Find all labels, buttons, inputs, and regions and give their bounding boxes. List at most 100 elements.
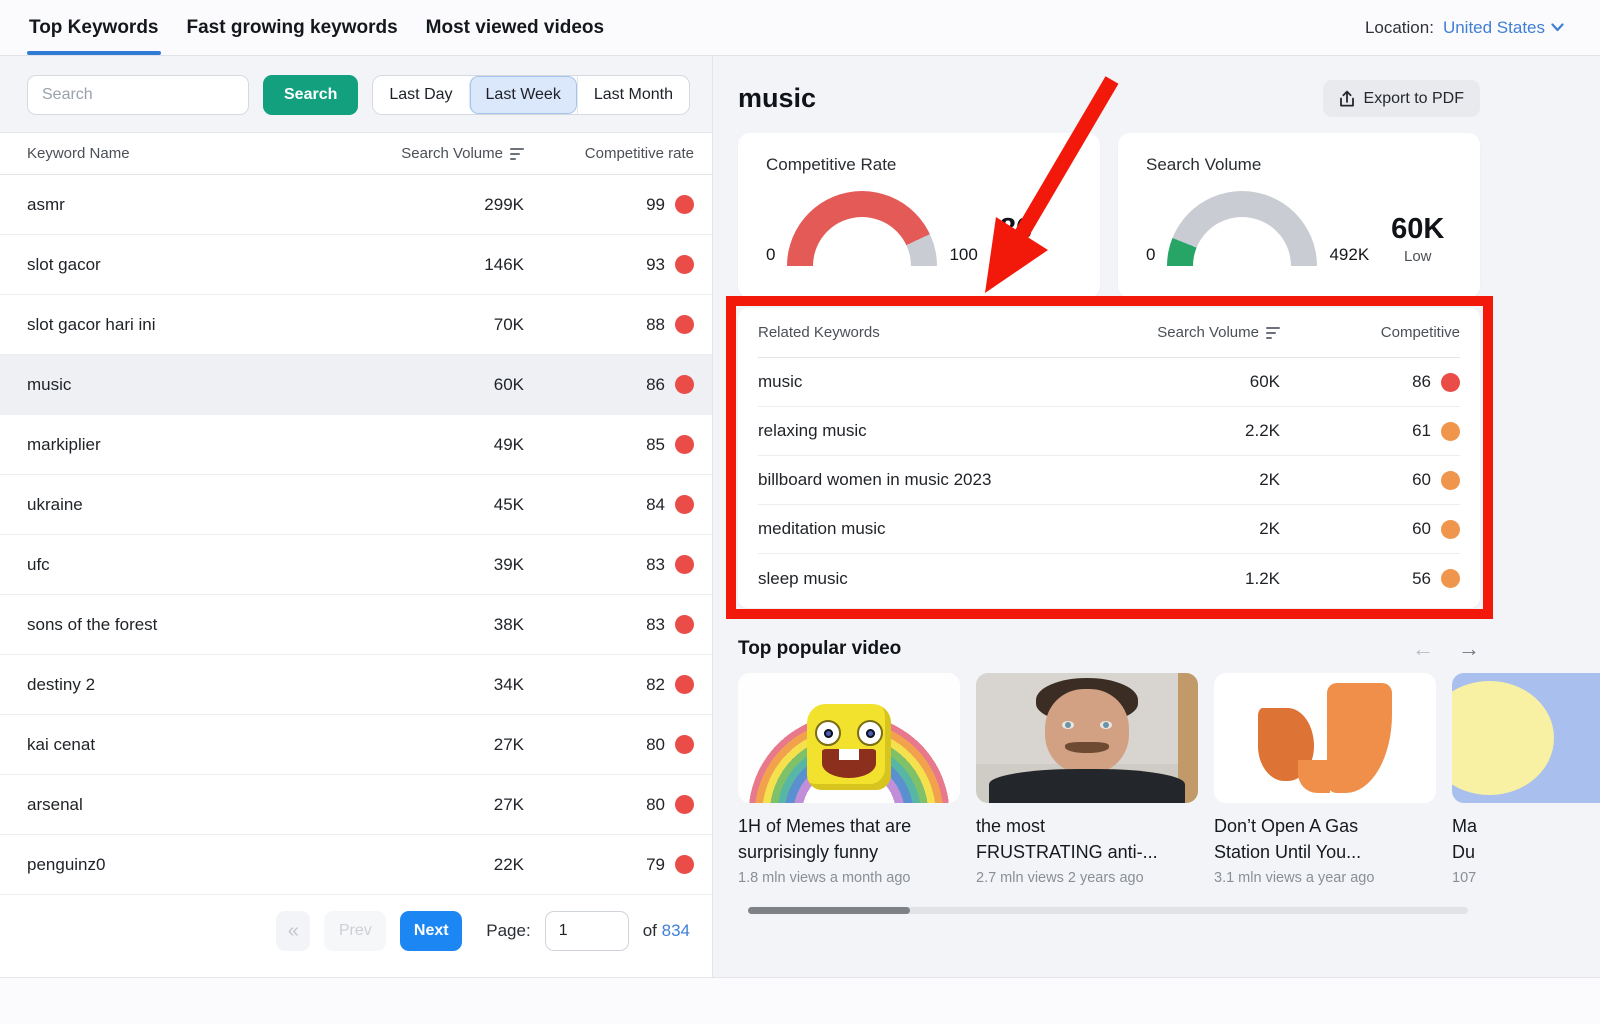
gauge-title: Competitive Rate: [766, 155, 1080, 175]
time-filter-last-day[interactable]: Last Day: [373, 76, 468, 114]
nav-tabs: Top Keywords Fast growing keywords Most vi…: [27, 0, 606, 55]
related-competitive-value: 56: [1412, 569, 1431, 589]
table-row[interactable]: penguinz022K79: [0, 835, 712, 895]
col-competitive-rate: Competitive rate: [524, 145, 694, 162]
gauge-min-label: 0: [1146, 245, 1155, 265]
rate-dot: [1441, 422, 1460, 441]
related-search-volume-value: 60K: [1130, 372, 1280, 392]
sort-descending-icon[interactable]: [510, 146, 524, 161]
footer-strip: [0, 977, 1600, 1024]
rate-dot: [675, 795, 694, 814]
competitive-rate-value: 84: [646, 495, 665, 515]
table-row[interactable]: kai cenat27K80: [0, 715, 712, 775]
competitive-rate-cell: 80: [524, 795, 694, 815]
competitive-rate-cell: 79: [524, 855, 694, 875]
search-volume-value: 38K: [392, 615, 524, 635]
export-pdf-button[interactable]: Export to PDF: [1323, 80, 1480, 117]
rate-dot: [675, 375, 694, 394]
competitive-rate-value: 80: [646, 795, 665, 815]
related-table-row[interactable]: billboard women in music 20232K 60: [758, 456, 1460, 505]
video-title-line2: surprisingly funny: [738, 842, 878, 862]
col-related-competitive: Competitive: [1280, 324, 1460, 341]
gauge-max-label: 100: [949, 245, 977, 265]
related-keyword-name: meditation music: [758, 519, 1130, 539]
next-page-button[interactable]: Next: [400, 911, 462, 951]
carousel-scrollbar[interactable]: [748, 907, 1468, 914]
video-card[interactable]: MaDu107: [1452, 673, 1600, 886]
search-volume-value: 22K: [392, 855, 524, 875]
search-volume-value: 70K: [392, 315, 524, 335]
search-volume-value: 49K: [392, 435, 524, 455]
location-control: Location: United States: [1365, 18, 1564, 38]
table-row[interactable]: markiplier49K85: [0, 415, 712, 475]
keyword-name: markiplier: [27, 435, 392, 455]
table-row[interactable]: ukraine45K84: [0, 475, 712, 535]
related-table-row[interactable]: meditation music2K60: [758, 505, 1460, 554]
table-row[interactable]: asmr299K99: [0, 175, 712, 235]
video-meta: 1.8 mln views a month ago: [738, 870, 960, 886]
related-competitive-cell: 86: [1280, 372, 1460, 392]
search-volume-value: 146K: [392, 255, 524, 275]
list-controls: Search Last DayLast WeekLast Month: [0, 56, 712, 132]
tab-fast-growing-keywords[interactable]: Fast growing keywords: [185, 0, 400, 55]
competitive-rate-cell: 86: [524, 375, 694, 395]
related-table-row[interactable]: sleep music1.2K56: [758, 554, 1460, 603]
gauge-row: 0492K60KLow: [1146, 191, 1460, 267]
related-table-row[interactable]: music60K86: [758, 358, 1460, 407]
keyword-analytics-app: Top Keywords Fast growing keywords Most vi…: [0, 0, 1600, 1024]
related-search-volume-value: 2K: [1130, 470, 1280, 490]
table-row[interactable]: slot gacor hari ini70K88: [0, 295, 712, 355]
first-page-button[interactable]: «: [276, 911, 310, 951]
scrollbar-thumb[interactable]: [748, 907, 910, 914]
related-competitive-value: 60: [1412, 470, 1431, 490]
table-row[interactable]: arsenal27K80: [0, 775, 712, 835]
search-volume-value: 39K: [392, 555, 524, 575]
related-table-header: Related Keywords Search Volume Competiti…: [758, 308, 1460, 358]
related-table-row[interactable]: relaxing music2.2K61: [758, 407, 1460, 456]
top-nav: Top Keywords Fast growing keywords Most vi…: [0, 0, 1600, 56]
related-keyword-name: billboard women in music 2023: [758, 470, 1130, 490]
search-button[interactable]: Search: [263, 75, 358, 115]
time-filter-last-week[interactable]: Last Week: [469, 76, 577, 114]
competitive-rate-value: 82: [646, 675, 665, 695]
prev-page-button[interactable]: Prev: [324, 911, 386, 951]
related-competitive-value: 61: [1412, 421, 1431, 441]
search-input[interactable]: [27, 75, 249, 115]
tab-most-viewed-videos[interactable]: Most viewed videos: [424, 0, 606, 55]
video-title: the mostFRUSTRATING anti-...: [976, 813, 1198, 865]
search-volume-value: 60K: [392, 375, 524, 395]
total-pages-link[interactable]: 834: [662, 921, 690, 940]
related-competitive-cell: 56: [1280, 569, 1460, 589]
table-row[interactable]: music60K86: [0, 355, 712, 415]
table-row[interactable]: destiny 234K82: [0, 655, 712, 715]
video-card[interactable]: Don’t Open A GasStation Until You...3.1 …: [1214, 673, 1436, 886]
video-card[interactable]: 1H of Memes that are surprisingly funny 1.…: [738, 673, 960, 886]
page-label: Page:: [486, 921, 530, 941]
video-card[interactable]: the mostFRUSTRATING anti-...2.7 mln view…: [976, 673, 1198, 886]
blue-yellow-art-thumbnail: [1452, 673, 1600, 803]
location-select[interactable]: United States: [1443, 18, 1564, 38]
time-filter-last-month[interactable]: Last Month: [577, 76, 689, 114]
related-competitive-value: 60: [1412, 519, 1431, 539]
related-keyword-name: relaxing music: [758, 421, 1130, 441]
sort-descending-icon[interactable]: [1266, 325, 1280, 340]
tab-top-keywords[interactable]: Top Keywords: [27, 0, 161, 55]
competitive-rate-cell: 83: [524, 615, 694, 635]
rate-dot: [675, 735, 694, 754]
related-competitive-value: 86: [1412, 372, 1431, 392]
rate-dot: [675, 555, 694, 574]
video-title-line1: 1H of Memes that are: [738, 816, 911, 836]
table-row[interactable]: slot gacor146K93: [0, 235, 712, 295]
video-title-line1: Don’t Open A Gas: [1214, 816, 1358, 836]
video-title-line2: FRUSTRATING anti-...: [976, 842, 1158, 862]
table-row[interactable]: ufc39K83: [0, 535, 712, 595]
carousel-next-icon[interactable]: →: [1458, 638, 1480, 660]
gauge-level: High: [1001, 248, 1032, 265]
keyword-name: arsenal: [27, 795, 392, 815]
rate-dot: [675, 855, 694, 874]
page-number-input[interactable]: [545, 911, 629, 951]
competitive-rate-cell: 99: [524, 195, 694, 215]
col-search-volume: Search Volume: [401, 145, 503, 162]
carousel-prev-icon[interactable]: ←: [1412, 638, 1434, 660]
table-row[interactable]: sons of the forest38K83: [0, 595, 712, 655]
